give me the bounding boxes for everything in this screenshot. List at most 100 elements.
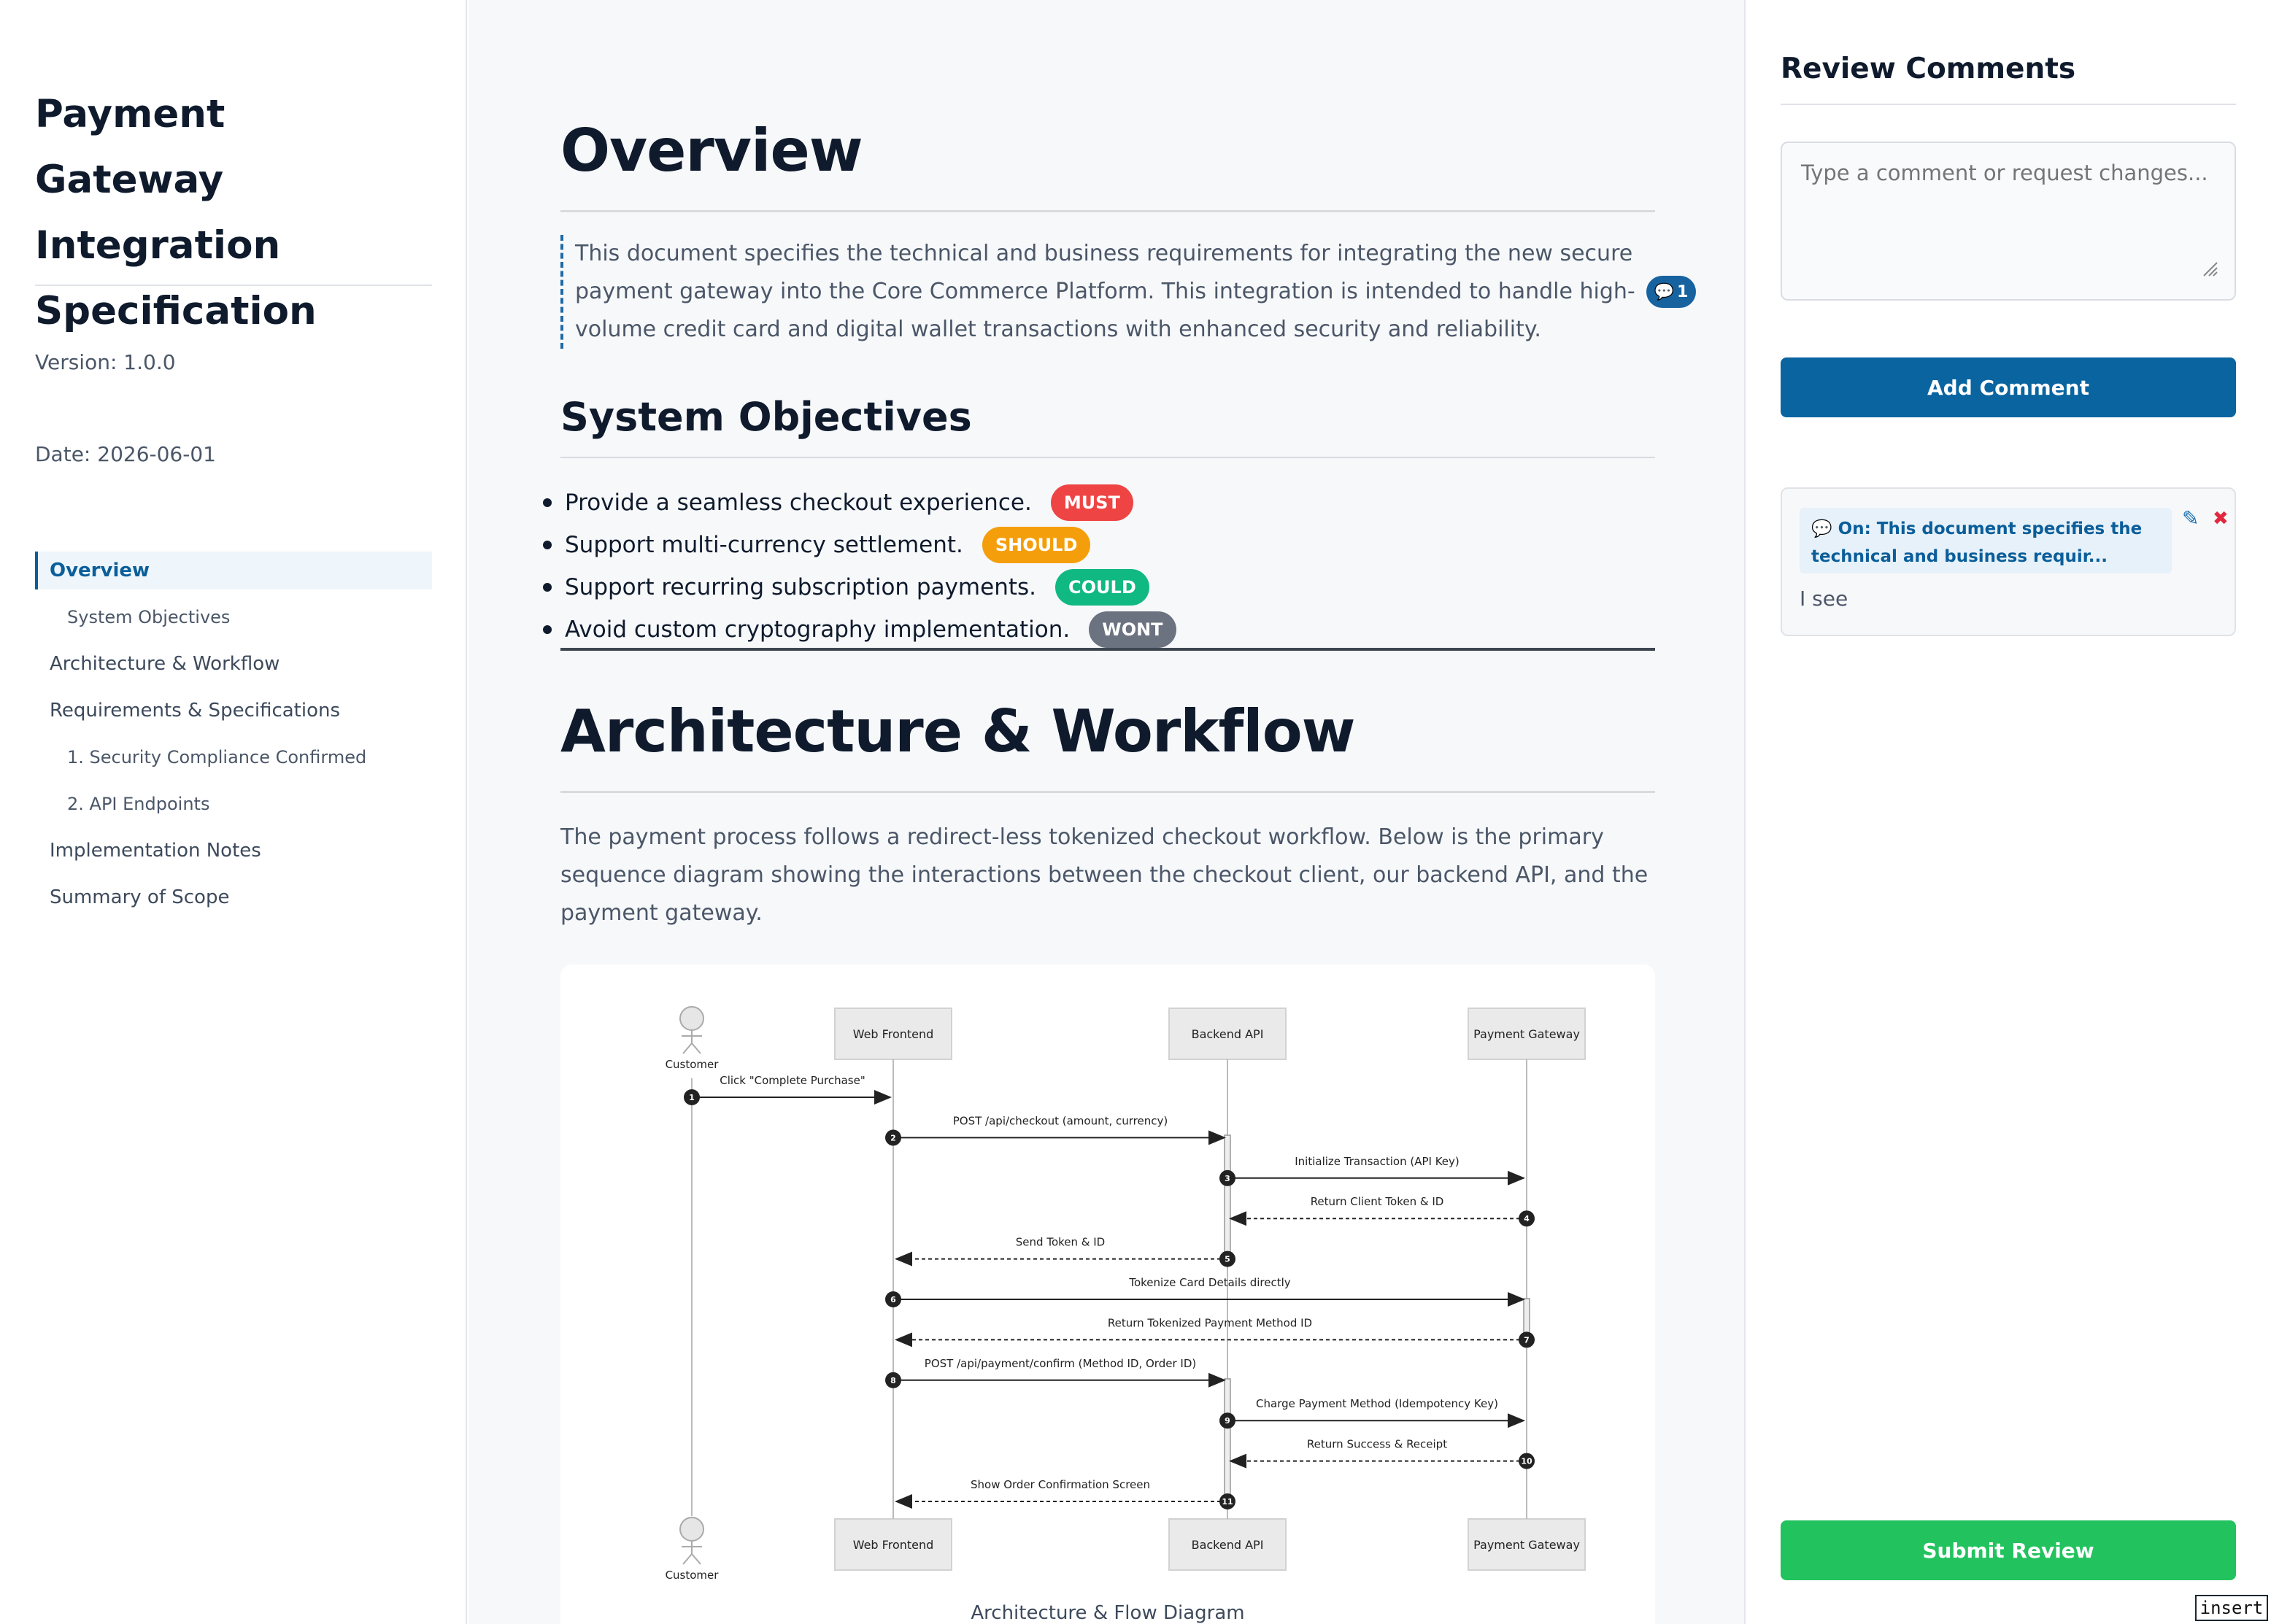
- participant-label: Backend API: [1192, 1538, 1264, 1552]
- objective-item: Support recurring subscription payments.…: [543, 566, 1655, 608]
- step-number: 2: [890, 1133, 896, 1142]
- edit-pencil-icon[interactable]: ✎: [2182, 506, 2199, 530]
- overview-heading: Overview: [560, 117, 863, 185]
- resize-grip-icon[interactable]: [2201, 260, 2218, 277]
- participant-label: Payment Gateway: [1473, 1538, 1580, 1552]
- comment-quote[interactable]: 💬 On: This document specifies the techni…: [1800, 508, 2172, 573]
- bullet-dot: [543, 498, 552, 507]
- toc-item[interactable]: System Objectives: [35, 598, 432, 636]
- overview-paragraph-block[interactable]: This document specifies the technical an…: [560, 235, 1696, 349]
- sequence-diagram-svg: Customer Customer Web Frontend Web Frontend…: [666, 1006, 1586, 1582]
- architecture-paragraph: The payment process follows a redirect-l…: [560, 824, 1649, 926]
- participant-label: Web Frontend: [853, 1538, 934, 1552]
- toc-item[interactable]: 1. Security Compliance Confirmed: [35, 738, 432, 776]
- objective-item: Avoid custom cryptography implementation…: [543, 608, 1655, 651]
- message-label: Initialize Transaction (API Key): [1295, 1155, 1460, 1168]
- message-label: Return Tokenized Payment Method ID: [1108, 1316, 1312, 1329]
- actor-head: [679, 1517, 704, 1542]
- comment-count-badge[interactable]: 💬 1: [1646, 276, 1696, 308]
- participant-label: Web Frontend: [853, 1027, 934, 1041]
- actor-leg: [691, 1553, 701, 1565]
- actor-leg: [682, 1553, 693, 1565]
- objective-item: Support multi-currency settlement. SHOULD: [543, 524, 1655, 566]
- overview-paragraph: This document specifies the technical an…: [575, 241, 1635, 342]
- main-document: Overview This document specifies the tec…: [469, 0, 1746, 1624]
- version-text: Version: 1.0.0: [35, 350, 176, 374]
- sidebar: Payment Gateway Integration Specificatio…: [0, 0, 467, 1624]
- objectives-end-rule: [560, 648, 1655, 651]
- toc-item[interactable]: 2. API Endpoints: [35, 785, 432, 823]
- step-number: 4: [1524, 1214, 1530, 1223]
- activation-bar: [1224, 1378, 1231, 1505]
- priority-tag: SHOULD: [982, 527, 1091, 563]
- comment-input[interactable]: [1781, 142, 2236, 301]
- message-label: Send Token & ID: [1016, 1236, 1105, 1249]
- step-number: 9: [1225, 1416, 1230, 1426]
- review-panel: Review Comments Add Comment 💬 On: This d…: [1746, 0, 2271, 1624]
- objectives-heading: System Objectives: [560, 394, 972, 440]
- table-of-contents: Overview System Objectives Architecture & …: [35, 552, 432, 925]
- bullet-dot: [543, 541, 552, 549]
- architecture-rule: [560, 791, 1655, 793]
- message-label: POST /api/payment/confirm (Method ID, Or…: [925, 1357, 1196, 1370]
- architecture-heading: Architecture & Workflow: [560, 697, 1356, 765]
- comment-count: 1: [1677, 282, 1689, 301]
- comment-card: 💬 On: This document specifies the techni…: [1781, 487, 2236, 636]
- message-label: Return Client Token & ID: [1311, 1195, 1444, 1208]
- comment-bubble-icon: 💬: [1654, 282, 1675, 301]
- message-label: POST /api/checkout (amount, currency): [953, 1114, 1168, 1127]
- editor-mode-indicator: insert: [2195, 1595, 2268, 1621]
- delete-x-icon[interactable]: ✖: [2213, 508, 2229, 530]
- step-number: 10: [1521, 1457, 1532, 1466]
- step-number: 7: [1524, 1335, 1530, 1345]
- bullet-dot: [543, 625, 552, 634]
- priority-tag: MUST: [1050, 484, 1133, 521]
- step-number: 1: [689, 1093, 695, 1102]
- toc-item[interactable]: Overview: [35, 552, 432, 589]
- message-label: Charge Payment Method (Idempotency Key): [1256, 1397, 1498, 1410]
- bullet-dot: [543, 583, 552, 592]
- objectives-list: Provide a seamless checkout experience. M…: [543, 482, 1655, 651]
- step-number: 6: [890, 1295, 896, 1304]
- objective-text: Support recurring subscription payments.: [565, 574, 1037, 600]
- message-label: Return Success & Receipt: [1307, 1438, 1447, 1451]
- participant-label: Payment Gateway: [1473, 1027, 1580, 1041]
- app-root: Payment Gateway Integration Specificatio…: [0, 0, 2271, 1624]
- participant-label: Backend API: [1192, 1027, 1264, 1041]
- priority-tag: COULD: [1055, 569, 1149, 606]
- actor-label: Customer: [666, 1058, 720, 1071]
- objective-text: Support multi-currency settlement.: [565, 532, 963, 558]
- diagram-caption: Architecture & Flow Diagram: [971, 1602, 1245, 1624]
- actor-head: [679, 1006, 704, 1031]
- step-number: 11: [1222, 1497, 1233, 1507]
- add-comment-button[interactable]: Add Comment: [1781, 357, 2236, 417]
- date-text: Date: 2026-06-01: [35, 442, 216, 466]
- toc-item[interactable]: Requirements & Specifications: [35, 692, 432, 730]
- message-label: Show Order Confirmation Screen: [971, 1478, 1150, 1491]
- review-divider: [1781, 104, 2236, 105]
- actor-label: Customer: [666, 1569, 720, 1582]
- sidebar-divider: [35, 285, 432, 286]
- comment-text: I see: [1800, 587, 1848, 611]
- activation-bar: [1224, 1134, 1231, 1261]
- priority-tag: WONT: [1089, 611, 1176, 648]
- submit-review-button[interactable]: Submit Review: [1781, 1520, 2236, 1580]
- actor-leg: [682, 1043, 693, 1054]
- step-number: 3: [1225, 1174, 1230, 1183]
- actor-leg: [691, 1043, 701, 1054]
- message-label: Tokenize Card Details directly: [1128, 1276, 1290, 1289]
- message-label: Click "Complete Purchase": [720, 1074, 865, 1087]
- toc-item[interactable]: Summary of Scope: [35, 878, 432, 916]
- objective-text: Provide a seamless checkout experience.: [565, 490, 1032, 516]
- objective-text: Avoid custom cryptography implementation…: [565, 616, 1071, 643]
- sequence-diagram: Customer Customer Web Frontend Web Frontend…: [560, 964, 1655, 1624]
- toc-item[interactable]: Implementation Notes: [35, 832, 432, 870]
- step-number: 5: [1225, 1255, 1230, 1264]
- toc-item[interactable]: Architecture & Workflow: [35, 645, 432, 683]
- document-title: Payment Gateway Integration Specificatio…: [35, 92, 317, 333]
- objective-item: Provide a seamless checkout experience. M…: [543, 482, 1655, 524]
- review-comments-title: Review Comments: [1781, 53, 2076, 85]
- objectives-rule: [560, 457, 1655, 458]
- overview-rule: [560, 210, 1655, 212]
- step-number: 8: [890, 1376, 896, 1385]
